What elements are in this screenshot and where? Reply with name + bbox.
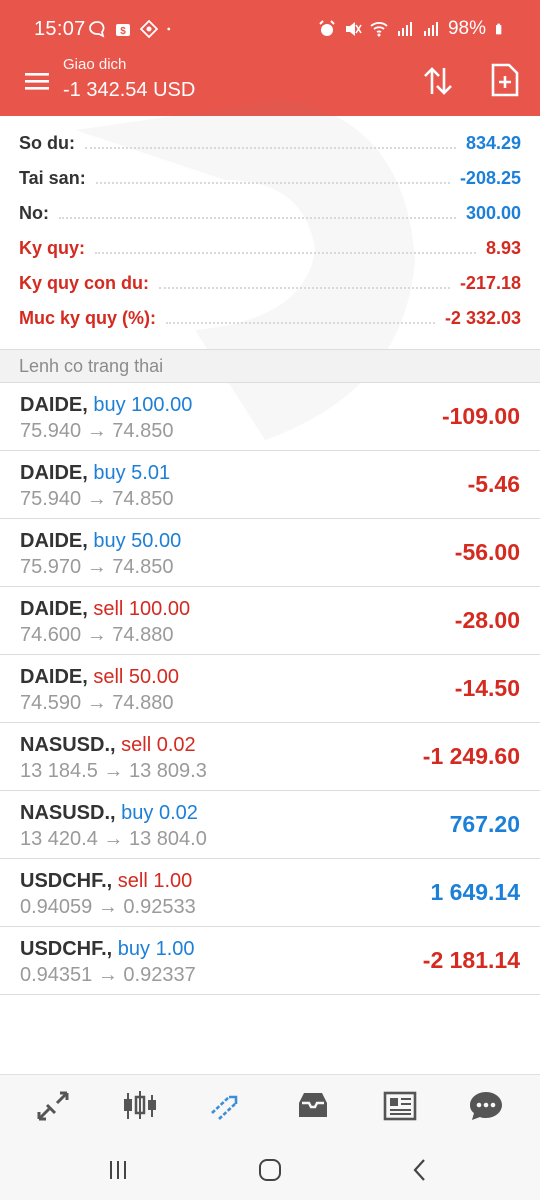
- alarm-icon: [319, 20, 335, 36]
- position-profit: 1 649.14: [430, 879, 520, 905]
- back-icon[interactable]: [408, 1158, 432, 1182]
- position-symbol: USDCHF.,: [20, 938, 113, 960]
- chat-bubble-icon: [89, 21, 105, 38]
- position-side: buy 0.02: [121, 802, 198, 824]
- position-side: sell 50.00: [93, 666, 179, 688]
- recent-apps-icon[interactable]: [106, 1158, 130, 1182]
- battery-percent: 98%: [447, 18, 486, 39]
- dot-icon: [167, 27, 171, 31]
- account-summary: So du: 834.29 Tai san: -208.25 No: 300.0…: [0, 126, 540, 336]
- status-bar: 15:07 $ 98%: [0, 0, 540, 58]
- position-profit: -5.46: [467, 471, 520, 497]
- position-row[interactable]: DAIDE, buy 50.00 75.970 → 74.850 -56.00: [0, 519, 540, 587]
- position-side: buy 1.00: [117, 938, 195, 960]
- positions-list: DAIDE, buy 100.00 75.940 → 74.850 -109.0…: [0, 383, 540, 995]
- quotes-icon[interactable]: [35, 1089, 71, 1123]
- position-prices: 75.940 → 74.850: [20, 488, 174, 510]
- position-symbol: NASUSD.,: [20, 734, 116, 756]
- menu-icon[interactable]: [22, 66, 52, 96]
- position-prices: 13 420.4 → 13 804.0: [20, 828, 207, 850]
- position-side: buy 50.00: [93, 530, 182, 552]
- position-profit: -2 181.14: [422, 947, 520, 973]
- position-side: buy 5.01: [93, 462, 171, 484]
- summary-row-balance: So du: 834.29: [19, 133, 521, 153]
- position-prices: 74.600 → 74.880: [20, 624, 174, 646]
- battery-icon: [496, 23, 502, 35]
- position-row[interactable]: USDCHF., sell 1.00 0.94059 → 0.92533 1 6…: [0, 859, 540, 927]
- position-symbol: DAIDE,: [20, 462, 88, 484]
- position-profit: -14.50: [454, 675, 520, 701]
- position-row[interactable]: USDCHF., buy 1.00 0.94351 → 0.92337 -2 1…: [0, 927, 540, 995]
- summary-row-margin-level: Muc ky quy (%): -2 332.03: [19, 308, 521, 328]
- position-row[interactable]: DAIDE, buy 100.00 75.940 → 74.850 -109.0…: [0, 383, 540, 451]
- position-side: sell 1.00: [117, 870, 193, 892]
- shop-icon: $: [116, 24, 130, 37]
- chart-candles-icon[interactable]: [122, 1089, 158, 1123]
- position-symbol: USDCHF.,: [20, 870, 113, 892]
- summary-row-equity: Tai san: -208.25: [19, 168, 521, 188]
- status-time: 15:07: [34, 18, 86, 40]
- position-side: sell 0.02: [121, 734, 196, 756]
- new-order-icon[interactable]: [490, 62, 520, 98]
- position-profit: 767.20: [449, 811, 520, 837]
- position-row[interactable]: DAIDE, sell 50.00 74.590 → 74.880 -14.50: [0, 655, 540, 723]
- position-row[interactable]: DAIDE, buy 5.01 75.940 → 74.850 -5.46: [0, 451, 540, 519]
- section-header: Lenh co trang thai: [0, 349, 540, 383]
- news-icon[interactable]: [382, 1089, 418, 1123]
- position-row[interactable]: NASUSD., sell 0.02 13 184.5 → 13 809.3 -…: [0, 723, 540, 791]
- position-symbol: DAIDE,: [20, 666, 88, 688]
- summary-row-free-margin: Ky quy con du: -217.18: [19, 273, 521, 293]
- wifi-icon: [370, 22, 388, 37]
- bottom-nav: [0, 1074, 540, 1137]
- position-profit: -109.00: [441, 403, 520, 429]
- position-prices: 13 184.5 → 13 809.3: [20, 760, 207, 782]
- position-side: buy 100.00: [93, 394, 193, 416]
- signal-icon: [397, 22, 412, 36]
- position-prices: 74.590 → 74.880: [20, 692, 174, 714]
- position-symbol: DAIDE,: [20, 530, 88, 552]
- position-symbol: NASUSD.,: [20, 802, 116, 824]
- position-symbol: DAIDE,: [20, 598, 88, 620]
- position-prices: 0.94059 → 0.92533: [20, 896, 196, 918]
- summary-row-credit: No: 300.00: [19, 203, 521, 223]
- signal-2-icon: [423, 22, 438, 36]
- position-prices: 75.940 → 74.850: [20, 420, 174, 442]
- chat-icon[interactable]: [468, 1089, 504, 1123]
- system-navigation-bar: [0, 1136, 540, 1200]
- position-symbol: DAIDE,: [20, 394, 88, 416]
- game-launcher-icon: [140, 20, 158, 38]
- position-profit: -28.00: [454, 607, 520, 633]
- position-profit: -56.00: [454, 539, 520, 565]
- trade-icon[interactable]: [209, 1089, 245, 1123]
- position-prices: 0.94351 → 0.92337: [20, 964, 196, 986]
- position-profit: -1 249.60: [422, 743, 520, 769]
- page-subtitle: Giao dich: [63, 56, 127, 73]
- position-row[interactable]: NASUSD., buy 0.02 13 420.4 → 13 804.0 76…: [0, 791, 540, 859]
- svg-text:$: $: [120, 26, 126, 37]
- position-side: sell 100.00: [93, 598, 191, 620]
- history-inbox-icon[interactable]: [295, 1089, 331, 1123]
- summary-row-margin: Ky quy: 8.93: [19, 238, 521, 258]
- position-row[interactable]: DAIDE, sell 100.00 74.600 → 74.880 -28.0…: [0, 587, 540, 655]
- mute-icon: [345, 22, 362, 36]
- position-prices: 75.970 → 74.850: [20, 556, 174, 578]
- home-icon[interactable]: [258, 1158, 282, 1182]
